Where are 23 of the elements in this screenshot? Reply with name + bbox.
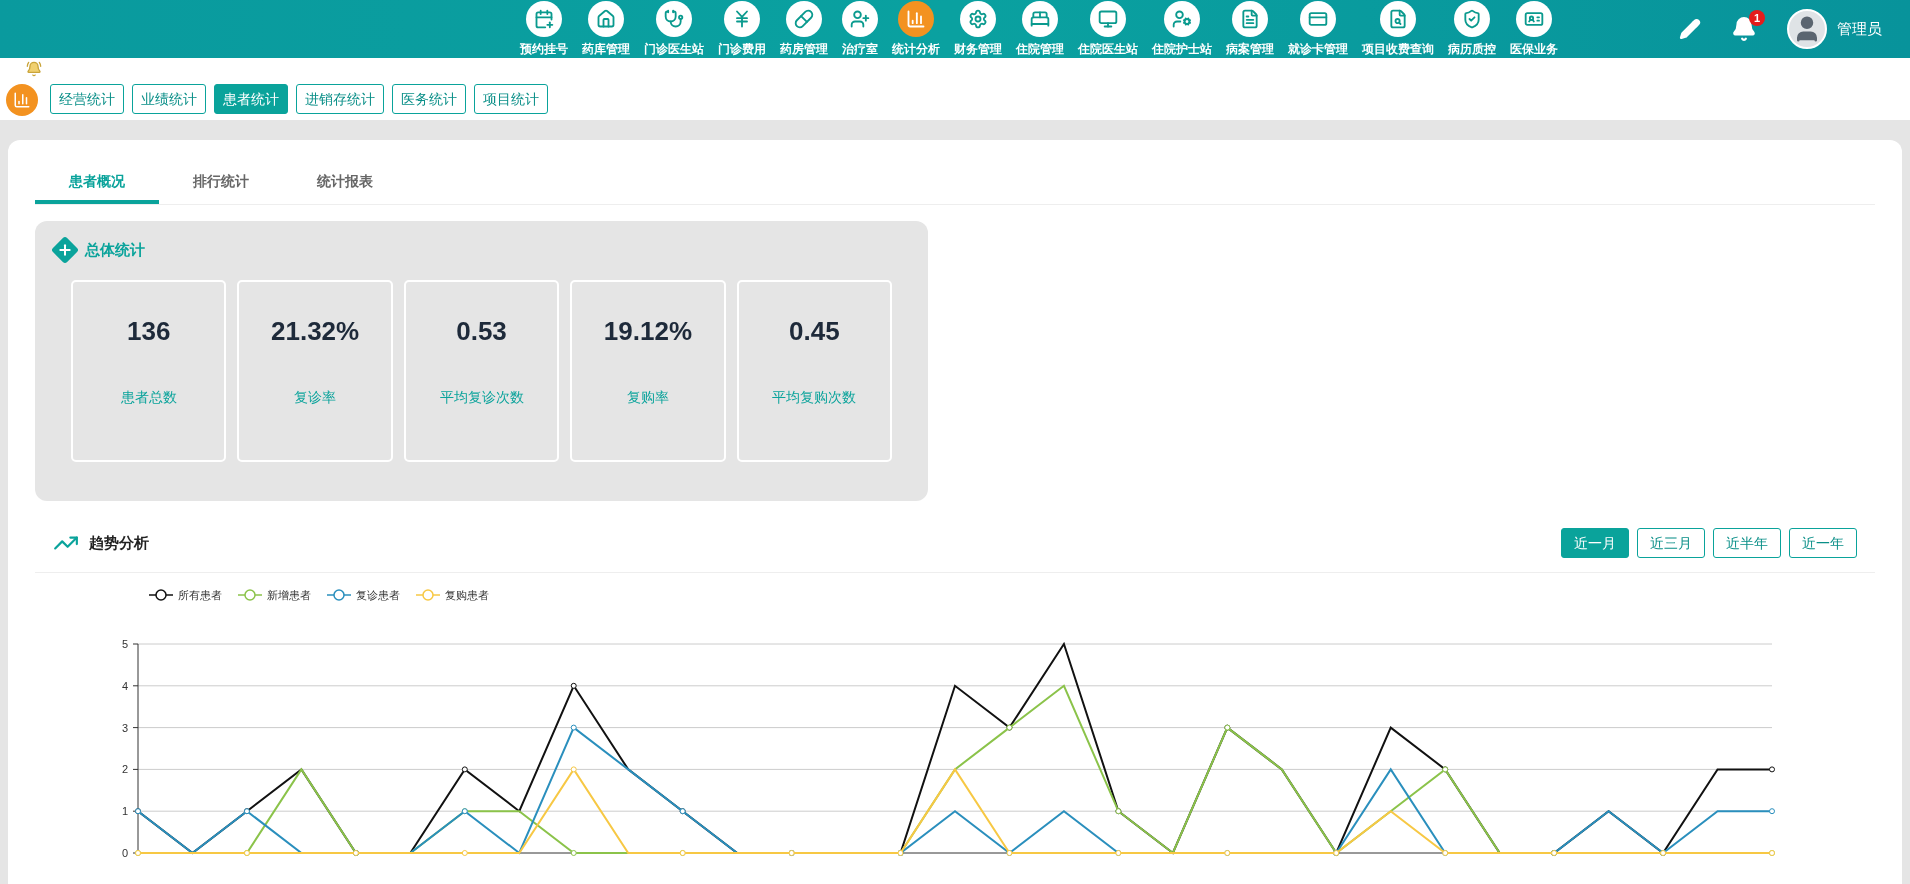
stat-value: 0.53 (456, 314, 507, 348)
legend-label: 复购患者 (445, 589, 489, 601)
axis-tick-label: 1 (121, 805, 128, 818)
stat-value: 21.32% (271, 314, 360, 348)
stat-label: 复诊率 (294, 387, 337, 407)
axis-tick-label: 0 (121, 847, 128, 859)
section-title: 趋势分析 (89, 532, 149, 553)
stat-label: 平均复购次数 (772, 387, 857, 407)
stat-label: 复购率 (626, 387, 669, 407)
stat-label: 平均复诊次数 (439, 387, 524, 407)
legend-label: 所有患者 (178, 589, 222, 601)
stat-value: 0.45 (789, 314, 840, 348)
axis-tick-label: 3 (121, 721, 128, 734)
axis-tick-label: 4 (121, 679, 128, 692)
section-title: 总体统计 (85, 240, 145, 260)
stat-value: 19.12% (603, 314, 692, 348)
legend-label: 新增患者 (267, 589, 311, 601)
axis-tick-label: 2 (121, 763, 128, 776)
stat-label: 患者总数 (120, 387, 177, 407)
notification-badge: 1 (1749, 10, 1765, 26)
axis-tick-label: 5 (121, 638, 128, 650)
legend-label: 复诊患者 (356, 589, 400, 601)
stat-value: 136 (127, 314, 171, 348)
